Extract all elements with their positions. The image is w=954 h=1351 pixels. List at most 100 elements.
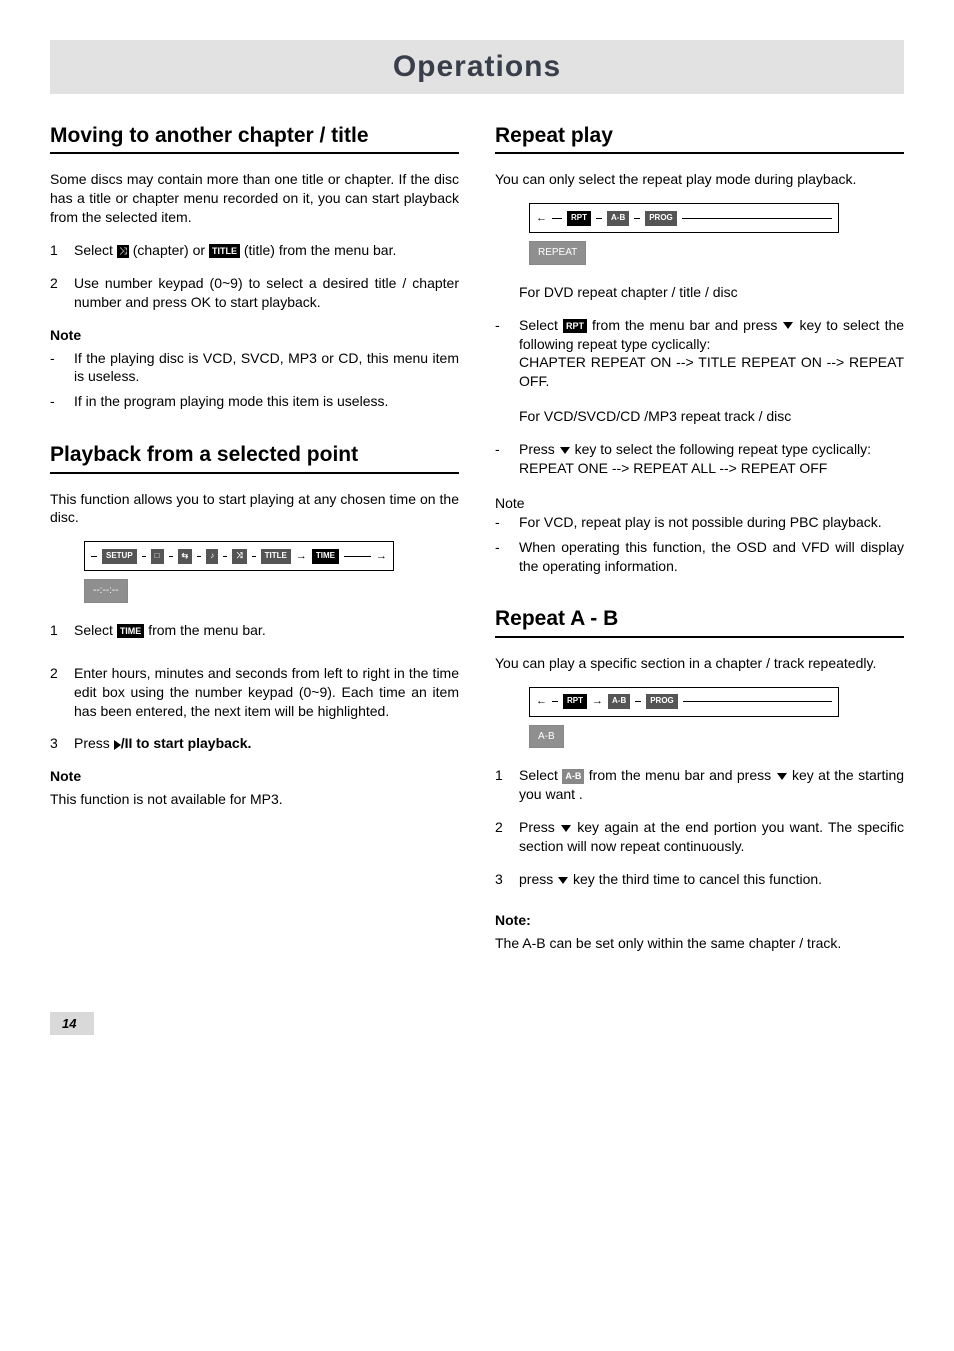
osd-chip: TITLE: [261, 549, 291, 564]
osd-chip: ⇆: [178, 549, 193, 564]
step-number: 1: [495, 766, 519, 804]
text: If the playing disc is VCD, SVCD, MP3 or…: [74, 349, 459, 387]
osd-illustration: SETUP □ ⇆ ♪ ⤨ TITLE→ TIME → --:--:--: [84, 541, 459, 603]
text: CHAPTER REPEAT ON --> TITLE REPEAT ON --…: [519, 353, 904, 391]
text: For VCD, repeat play is not possible dur…: [519, 513, 904, 532]
text: press: [519, 871, 553, 887]
step-3: 3 Press /II to start playback.: [50, 734, 459, 753]
text: key to select the following repeat type …: [575, 441, 871, 457]
osd-menu-bar: ← RPT→ A-B PROG: [529, 687, 839, 717]
osd-status-label: REPEAT: [529, 241, 586, 265]
text: This function is not available for MP3.: [50, 790, 459, 809]
osd-illustration: ← RPT→ A-B PROG A-B: [529, 687, 904, 749]
osd-menu-bar: ← RPT A-B PROG: [529, 203, 839, 233]
text: When operating this function, the OSD an…: [519, 538, 904, 576]
step-1: 1 Select ⤨ (chapter) or TITLE (title) fr…: [50, 241, 459, 260]
page-number: 14: [50, 1012, 94, 1035]
note-label: Note: [50, 326, 459, 345]
note-label: Note:: [495, 911, 904, 930]
text: key the third time to cancel this functi…: [573, 871, 822, 887]
text: Select: [519, 317, 558, 333]
note-item: -If the playing disc is VCD, SVCD, MP3 o…: [50, 349, 459, 387]
text: Press: [519, 819, 555, 835]
osd-status-label: --:--:--: [84, 579, 128, 603]
osd-chip: PROG: [646, 694, 678, 709]
time-icon: TIME: [117, 624, 145, 638]
step-number: 2: [50, 274, 74, 312]
osd-chip-active: RPT: [567, 211, 591, 226]
paragraph: Some discs may contain more than one tit…: [50, 170, 459, 227]
section-heading-repeat-play: Repeat play: [495, 122, 904, 154]
ab-icon: A-B: [562, 769, 584, 783]
text: Select: [74, 622, 113, 638]
text: key again at the end portion you want. T…: [519, 819, 904, 854]
section-heading-playback-point: Playback from a selected point: [50, 441, 459, 473]
sub-heading: For VCD/SVCD/CD /MP3 repeat track / disc: [519, 407, 904, 426]
text: from the menu bar.: [148, 622, 266, 638]
osd-chip: RPT: [563, 694, 587, 709]
note-item: -If in the program playing mode this ite…: [50, 392, 459, 411]
osd-chip: PROG: [645, 211, 677, 226]
text: Use number keypad (0~9) to select a desi…: [74, 274, 459, 312]
text: (title) from the menu bar.: [244, 242, 397, 258]
play-icon: [114, 740, 121, 750]
step-number: 2: [495, 818, 519, 856]
text: REPEAT ONE --> REPEAT ALL --> REPEAT OFF: [519, 459, 904, 478]
text: The A-B can be set only within the same …: [495, 934, 904, 953]
osd-chip: ⤨: [232, 549, 246, 564]
step-2: 2 Use number keypad (0~9) to select a de…: [50, 274, 459, 312]
paragraph: You can play a specific section in a cha…: [495, 654, 904, 673]
title-icon: TITLE: [209, 244, 240, 258]
two-column-layout: Moving to another chapter / title Some d…: [50, 122, 904, 952]
note-item: -For VCD, repeat play is not possible du…: [495, 513, 904, 532]
rpt-icon: RPT: [563, 319, 587, 333]
step-number: 3: [495, 870, 519, 889]
osd-chip: SETUP: [102, 549, 137, 564]
osd-chip: □: [151, 549, 164, 564]
bullet: - Press key to select the following repe…: [495, 440, 904, 478]
text: (chapter) or: [133, 242, 205, 258]
note-label: Note: [50, 767, 459, 786]
paragraph: You can only select the repeat play mode…: [495, 170, 904, 189]
osd-status-label: A-B: [529, 725, 564, 749]
osd-chip-active: TIME: [312, 549, 339, 564]
step-number: 3: [50, 734, 74, 753]
down-arrow-icon: [783, 322, 793, 329]
text: Select: [519, 767, 558, 783]
step-number: 1: [50, 241, 74, 260]
osd-chip: ♪: [206, 549, 218, 564]
down-arrow-icon: [558, 877, 568, 884]
osd-menu-bar: SETUP □ ⇆ ♪ ⤨ TITLE→ TIME →: [84, 541, 394, 571]
chapter-icon: ⤨: [117, 245, 129, 259]
note-item: -When operating this function, the OSD a…: [495, 538, 904, 576]
down-arrow-icon: [560, 447, 570, 454]
text: Press: [519, 441, 555, 457]
bullet: - Select RPT from the menu bar and press…: [495, 316, 904, 392]
text: /II to start playback.: [121, 735, 252, 751]
left-column: Moving to another chapter / title Some d…: [50, 122, 459, 952]
sub-heading: For DVD repeat chapter / title / disc: [519, 283, 904, 302]
osd-chip: A-B: [607, 211, 629, 226]
step-2: 2 Press key again at the end portion you…: [495, 818, 904, 856]
step-3: 3 press key the third time to cancel thi…: [495, 870, 904, 889]
step-2: 2 Enter hours, minutes and seconds from …: [50, 664, 459, 721]
text: Press: [74, 735, 114, 751]
step-1: 1 Select TIME from the menu bar.: [50, 621, 459, 640]
footer: 14: [50, 1012, 904, 1035]
text: Select: [74, 242, 113, 258]
text: Enter hours, minutes and seconds from le…: [74, 664, 459, 721]
note-label: Note: [495, 494, 904, 513]
paragraph: This function allows you to start playin…: [50, 490, 459, 528]
text: from the menu bar and press: [589, 767, 771, 783]
osd-chip-active: A-B: [608, 694, 630, 709]
page-title-band: Operations: [50, 40, 904, 94]
down-arrow-icon: [777, 773, 787, 780]
step-number: 1: [50, 621, 74, 640]
right-column: Repeat play You can only select the repe…: [495, 122, 904, 952]
osd-illustration: ← RPT A-B PROG REPEAT: [529, 203, 904, 265]
down-arrow-icon: [561, 825, 571, 832]
step-number: 2: [50, 664, 74, 721]
step-1: 1 Select A-B from the menu bar and press…: [495, 766, 904, 804]
text: If in the program playing mode this item…: [74, 392, 459, 411]
text: from the menu bar and press: [592, 317, 777, 333]
